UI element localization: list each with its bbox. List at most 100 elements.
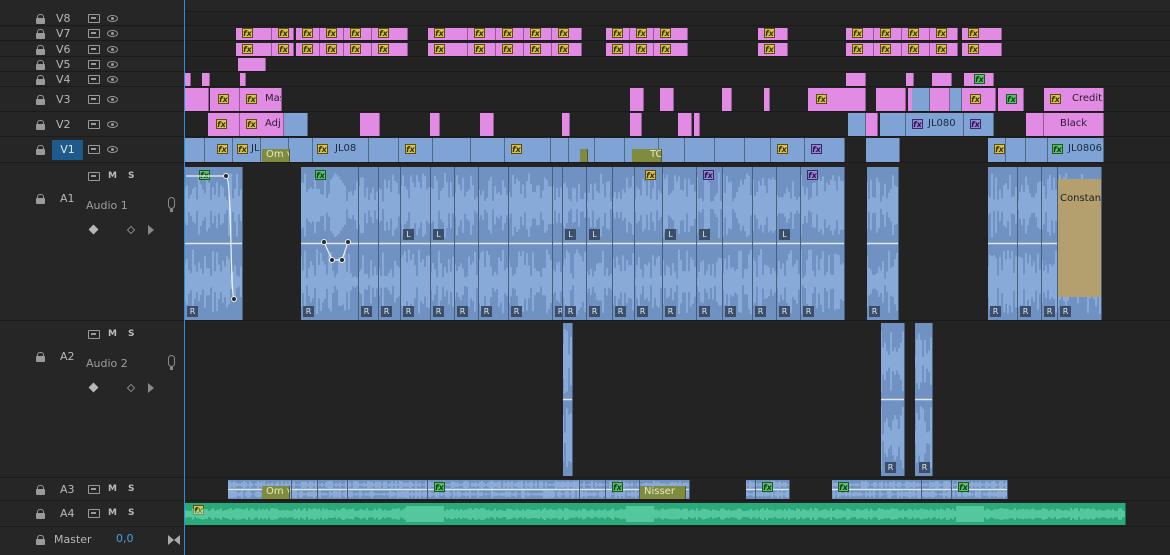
a2-audio-clip[interactable]: R [915,323,933,476]
v1-video-clip[interactable] [369,138,399,162]
eye-icon[interactable] [107,60,118,68]
v1-video-clip[interactable]: fxJL08 [233,138,261,162]
v2-video-clip[interactable]: fx [964,113,994,136]
keyframe-diamond-icon[interactable] [126,383,136,393]
eye-icon[interactable] [107,75,118,83]
a1-audio-clip[interactable]: Rfx [185,167,243,320]
lock-icon[interactable] [36,59,45,70]
a3-audio-clip[interactable]: fx [832,480,922,499]
a3-audio-clip[interactable] [228,480,266,499]
v2-clip[interactable] [866,113,878,136]
lock-icon[interactable] [36,29,45,39]
a1-audio-clip[interactable]: LR [587,167,613,320]
track-name-v1[interactable]: V1 [52,140,83,160]
a2-audio-clip[interactable]: R [881,323,905,476]
v7-title-clip[interactable]: fx [372,28,408,40]
v1-nested-clip[interactable]: Om v [262,149,290,162]
solo-button[interactable]: S [128,329,134,339]
v1-video-clip[interactable] [433,138,471,162]
microphone-icon[interactable] [168,197,175,212]
v1-video-clip[interactable]: fx [505,138,551,162]
add-keyframe-icon[interactable] [88,382,99,393]
v7-title-clip[interactable]: fx [758,28,788,40]
v3-clip[interactable] [660,88,674,111]
mute-button[interactable]: M [108,329,117,339]
track-name-v8[interactable]: V8 [56,12,82,25]
a1-audio-clip[interactable]: R [479,167,509,320]
v5-clip[interactable] [238,58,266,71]
a1-audio-clip[interactable]: R [753,167,777,320]
v6-title-clip[interactable]: fx [428,43,468,56]
a1-audio-clip[interactable]: LR [431,167,455,320]
v1-video-clip[interactable]: fx [805,138,845,162]
a1-audio-clip[interactable]: L Rfx [697,167,723,320]
v3-credits-clip[interactable]: fx Credit [1044,88,1104,111]
lock-icon[interactable] [36,352,45,362]
lock-icon[interactable] [36,94,45,105]
keyframe-diamond-icon[interactable] [126,225,136,235]
v4-clip[interactable] [932,73,952,86]
lock-icon[interactable] [36,44,45,55]
v6-title-clip[interactable]: fx [758,43,788,56]
v4-clip[interactable]: fx [964,73,994,86]
a1-audio-clip[interactable]: R [613,167,635,320]
v1-video-clip[interactable] [471,138,505,162]
v1-video-clip[interactable] [1026,138,1048,162]
v7-title-clip[interactable]: fx [236,28,272,40]
v1-video-clip[interactable] [715,138,745,162]
v3-clip[interactable]: fx [962,88,996,111]
track-name-a1[interactable]: A1 [60,192,86,205]
v6-title-clip[interactable]: fx [344,43,372,56]
v2-clip[interactable] [430,113,440,136]
eye-icon[interactable] [107,146,118,153]
a1-audio-clip[interactable]: Rfx [801,167,845,320]
track-name-a4[interactable]: A4 [60,507,86,520]
v6-title-clip[interactable]: fx [372,43,408,56]
toggle-sync-icon[interactable] [88,14,100,23]
toggle-sync-icon[interactable] [88,330,100,339]
v2-clip[interactable] [630,113,642,136]
lock-icon[interactable] [36,119,45,130]
v6-title-clip[interactable]: fx [236,43,272,56]
v2-clip[interactable]: fx [208,113,240,136]
track-name-a3[interactable]: A3 [60,483,86,496]
v6-title-clip[interactable]: fx [524,43,552,56]
v2-video-clip[interactable] [880,113,906,136]
toggle-sync-icon[interactable] [88,94,100,104]
a3-audio-clip[interactable] [292,480,318,499]
toggle-sync-icon[interactable] [88,44,100,54]
a1-audio-clip[interactable]: R [509,167,553,320]
v6-title-clip[interactable]: fx [552,43,582,56]
solo-button[interactable]: S [128,484,134,494]
v2-adjust-clip[interactable]: fx Adj [240,113,284,136]
v1-video-clip[interactable] [185,138,205,162]
a3-audio-clip[interactable]: fx [952,480,1008,499]
v2-video-clip[interactable]: fx JL080 [906,113,964,136]
lock-icon[interactable] [36,535,45,545]
v7-title-clip[interactable]: fx [552,28,582,40]
v6-title-clip[interactable]: fx [496,43,524,56]
v3-clip[interactable] [848,88,866,111]
v6-title-clip[interactable]: fx [962,43,1002,56]
next-keyframe-icon[interactable] [148,225,154,235]
v1-nested-clip[interactable] [580,149,588,162]
a3-audio-clip[interactable] [318,480,348,499]
a3-audio-clip[interactable] [348,480,428,499]
a2-audio-clip[interactable] [563,323,573,476]
v7-title-clip[interactable]: fxST1 [930,28,958,40]
v6-title-clip[interactable]: fx [606,43,630,56]
v3-clip[interactable] [876,88,906,111]
v2-video-clip[interactable] [848,113,866,136]
v7-title-clip[interactable]: fx [496,28,524,40]
v1-video-clip[interactable] [745,138,771,162]
a3-nested-clip[interactable]: Nisser [640,486,686,499]
v6-title-clip[interactable]: fxBox w [468,43,496,56]
track-name-v3[interactable]: V3 [56,93,82,106]
add-keyframe-icon[interactable] [88,224,99,235]
a1-audio-clip[interactable]: R [455,167,479,320]
track-name-v5[interactable]: V5 [56,58,82,71]
a3-audio-clip[interactable] [580,480,606,499]
a1-audio-clip[interactable]: R [379,167,401,320]
toggle-sync-icon[interactable] [88,74,100,84]
solo-button[interactable]: S [128,171,134,181]
